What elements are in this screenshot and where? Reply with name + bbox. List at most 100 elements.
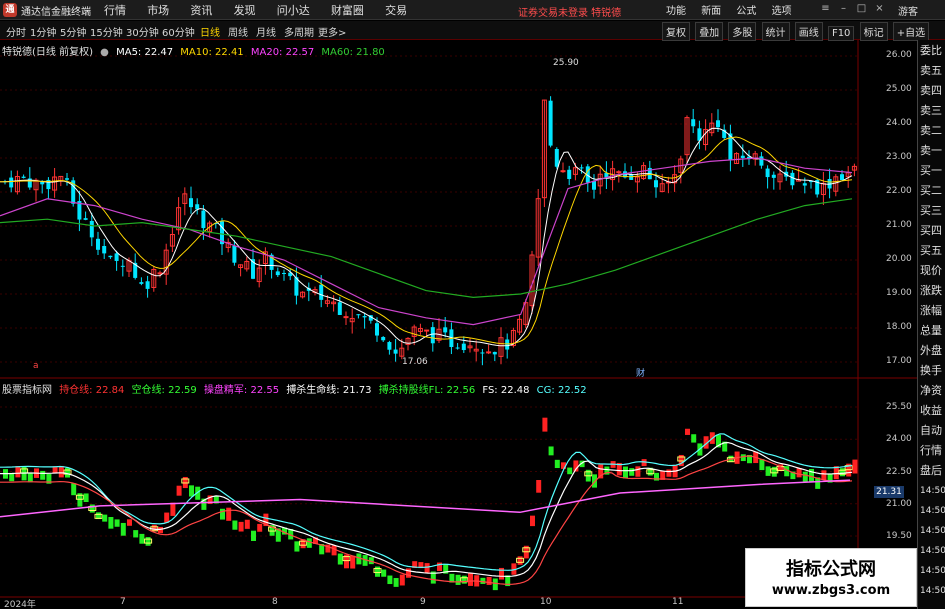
candle-body — [282, 272, 286, 274]
current-price-badge: 21.31 — [874, 486, 904, 498]
candle-body — [337, 302, 342, 315]
candle-body — [492, 351, 497, 355]
candle-body — [89, 220, 94, 238]
indicator-bar — [623, 466, 628, 479]
side-tab[interactable]: 总量 — [920, 324, 945, 338]
side-tab[interactable]: 卖一 — [920, 144, 945, 158]
side-tab[interactable]: 收益 — [920, 404, 945, 418]
indicator-bar — [492, 578, 498, 591]
indicator-bar — [802, 471, 808, 482]
side-time: 14:50 — [920, 506, 945, 516]
indicator-bar — [517, 556, 523, 565]
side-tab[interactable]: 卖四 — [920, 84, 945, 98]
x-axis-label: 11 — [672, 597, 684, 607]
candle-body — [375, 323, 379, 336]
candle-body — [145, 281, 150, 289]
side-time: 14:50 — [920, 586, 945, 596]
ma60-label: MA60: 21.80 — [321, 47, 385, 58]
indicator-bar — [765, 466, 771, 476]
x-axis-label: 7 — [120, 597, 126, 607]
sub-axis-label: 24.00 — [886, 434, 912, 444]
candle-body — [505, 339, 510, 350]
operator-line — [0, 479, 851, 518]
candle-body — [455, 347, 460, 349]
side-tab[interactable]: 现价 — [920, 264, 945, 278]
side-tab[interactable]: 买四 — [920, 224, 945, 238]
mark-finance[interactable]: 财 — [636, 366, 645, 379]
indicator-bar — [145, 537, 151, 546]
candle-body — [740, 155, 745, 158]
indicator-bar — [424, 563, 430, 573]
operator-label: 操盘精军: 22.55 — [203, 385, 280, 396]
indicator-bar — [771, 466, 777, 477]
side-tab[interactable]: 卖三 — [920, 104, 945, 118]
ma60-line — [0, 198, 853, 299]
mark-a[interactable]: a — [33, 361, 39, 371]
side-tab[interactable]: 净资 — [920, 384, 945, 398]
main-axis-label: 26.00 — [886, 50, 912, 60]
main-axis-label: 21.00 — [886, 220, 912, 230]
main-axis-label: 24.00 — [886, 118, 912, 128]
indicator-bar — [139, 533, 145, 544]
side-tab[interactable]: 盘后 — [920, 464, 945, 478]
candle-body — [343, 316, 349, 319]
indicator-bar — [406, 568, 411, 578]
indicator-bar — [691, 434, 697, 443]
indicator-bar — [176, 485, 182, 496]
indicator-bar — [554, 459, 560, 469]
sub-axis-label: 19.50 — [886, 531, 912, 541]
candle-body — [362, 316, 367, 318]
main-axis-label: 17.00 — [886, 356, 912, 366]
empty-line-label: 空仓线: 22.59 — [131, 385, 197, 396]
ma20-label: MA20: 22.57 — [250, 47, 315, 58]
candle-body — [195, 204, 200, 210]
candle-body — [393, 349, 398, 354]
indicator-bar — [120, 522, 126, 536]
indicator-bar — [852, 459, 858, 474]
candle-body — [443, 327, 448, 333]
indicator-bar — [387, 575, 393, 585]
side-tab[interactable]: 外盘 — [920, 344, 945, 358]
indicator-bar — [244, 519, 250, 529]
side-tab[interactable]: 买五 — [920, 244, 945, 258]
side-tab[interactable]: 涨幅 — [920, 304, 945, 318]
kline-chart[interactable] — [0, 0, 945, 609]
side-tab[interactable]: 自动 — [920, 424, 945, 438]
candle-body — [108, 255, 113, 258]
settings-dot-icon[interactable]: ● — [100, 47, 109, 58]
candle-body — [9, 177, 14, 188]
candle-body — [83, 218, 88, 220]
side-tab[interactable]: 买二 — [920, 184, 945, 198]
side-tab[interactable]: 行情 — [920, 444, 945, 458]
indicator-bar — [455, 574, 461, 585]
indicator-bar — [759, 459, 765, 471]
candle-body — [102, 245, 107, 254]
candle-body — [356, 314, 361, 316]
candle-body — [96, 238, 100, 250]
ma10-label: MA10: 22.41 — [180, 47, 244, 58]
side-tab[interactable]: 买一 — [920, 164, 945, 178]
indicator-bar — [381, 569, 387, 577]
sub-legend-title: 股票指标网 — [2, 385, 52, 396]
candle-body — [567, 169, 572, 179]
indicator-bar — [635, 466, 641, 477]
indicator-bar — [350, 555, 356, 569]
side-tab[interactable]: 买三 — [920, 204, 945, 218]
indicator-bar — [220, 508, 225, 520]
candle-body — [387, 342, 392, 350]
indicator-bar — [567, 467, 573, 475]
candle-body — [21, 176, 26, 178]
fl-line-label: 搏杀持股线FL: 22.56 — [378, 385, 476, 396]
candle-body — [691, 119, 696, 127]
side-tab[interactable]: 涨跌 — [920, 284, 945, 298]
side-tab[interactable]: 卖二 — [920, 124, 945, 138]
indicator-bar — [629, 468, 635, 476]
fs-line — [0, 441, 853, 578]
indicator-bar — [58, 465, 64, 478]
side-tab[interactable]: 换手 — [920, 364, 945, 378]
side-tab[interactable]: 委比 — [920, 44, 945, 58]
candle-body — [430, 327, 435, 344]
indicator-bar — [83, 493, 89, 503]
indicator-bar — [71, 483, 77, 496]
side-tab[interactable]: 卖五 — [920, 64, 945, 78]
